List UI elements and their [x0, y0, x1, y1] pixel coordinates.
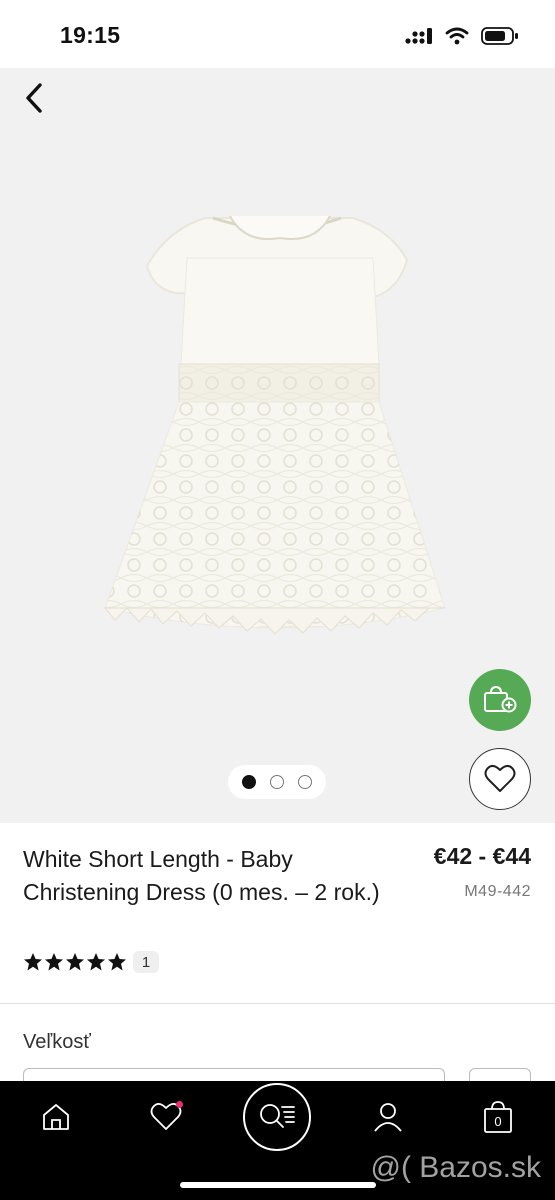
add-to-wishlist-button[interactable] [469, 748, 531, 810]
account-icon [374, 1103, 402, 1132]
product-title: White Short Length - Baby Christening Dr… [23, 846, 380, 905]
status-time: 19:15 [60, 22, 121, 48]
heart-icon [484, 764, 516, 792]
product-rating[interactable]: 1 [23, 951, 159, 973]
bottom-nav: 0 @( Bazos.sk [0, 1081, 555, 1200]
star-icon [87, 953, 105, 971]
bag-count: 0 [494, 1114, 501, 1129]
star-icon [45, 953, 63, 971]
wishlist-notification-dot [176, 1101, 183, 1108]
star-icon [108, 953, 126, 971]
wifi-icon [445, 27, 469, 45]
add-to-bag-button[interactable] [469, 669, 531, 731]
product-price: €42 - €44 [433, 843, 531, 869]
back-arrow-icon [26, 83, 42, 113]
bag-icon: 0 [484, 1101, 512, 1133]
status-icons [405, 26, 519, 46]
nav-account[interactable] [363, 1097, 413, 1137]
nav-wishlist[interactable] [141, 1097, 191, 1137]
back-button[interactable] [14, 78, 54, 118]
nav-search[interactable] [243, 1083, 311, 1151]
review-count: 1 [133, 951, 159, 973]
watermark: @( Bazos.sk [370, 1151, 542, 1184]
search-menu-icon [260, 1104, 295, 1128]
product-image[interactable] [95, 188, 465, 678]
gallery-dot-2[interactable] [270, 775, 284, 789]
battery-icon [481, 27, 518, 45]
nav-home[interactable] [31, 1097, 81, 1137]
home-icon [43, 1104, 69, 1130]
gallery-dot-3[interactable] [298, 775, 312, 789]
product-info: White Short Length - Baby Christening Dr… [0, 823, 555, 1003]
gallery-pagination[interactable] [228, 765, 326, 799]
gallery-dot-1[interactable] [242, 775, 256, 789]
size-label: Veľkosť [23, 1031, 91, 1053]
rating-stars [23, 952, 127, 972]
add-to-bag-icon [484, 685, 517, 713]
product-gallery[interactable] [0, 68, 555, 823]
star-icon [24, 953, 42, 971]
signal-icon [405, 28, 432, 44]
status-bar: 19:15 [0, 0, 555, 68]
nav-bag[interactable]: 0 [473, 1097, 523, 1137]
divider [0, 1003, 555, 1004]
home-indicator [180, 1182, 376, 1188]
star-icon [66, 953, 84, 971]
product-sku: M49-442 [464, 883, 531, 900]
